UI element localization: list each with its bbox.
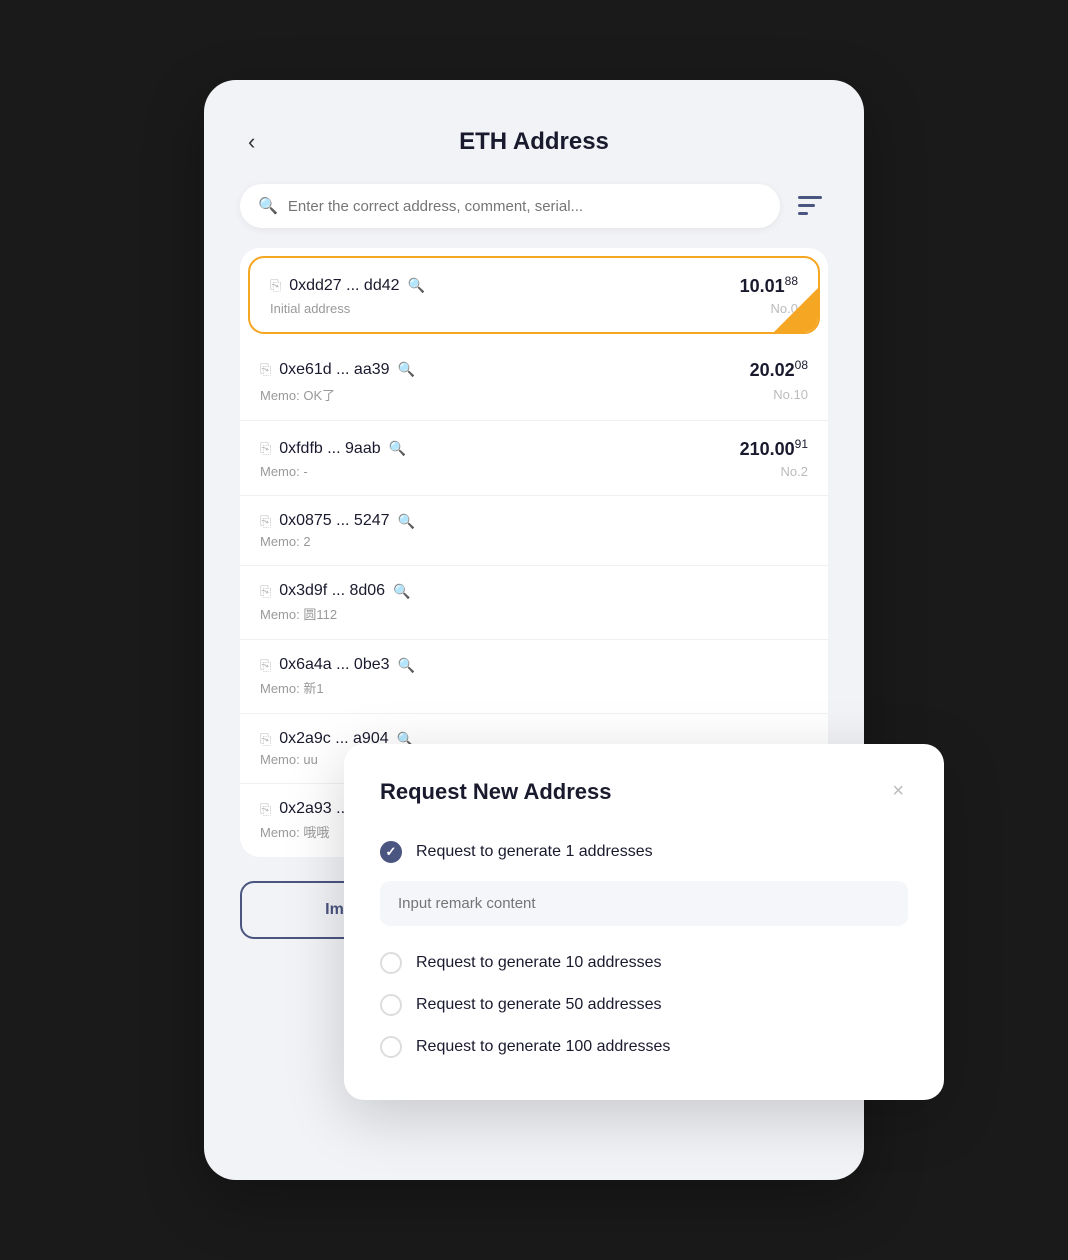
addr-top: ⎘ 0xdd27 ... dd42 🔍 10.0188 (270, 274, 798, 297)
addr-memo: Memo: 哦哦 (260, 822, 329, 841)
copy-icon[interactable]: ⎘ (260, 801, 271, 818)
app-container: ‹ ETH Address 🔍 ⎘ 0xdd27 ... dd42 🔍 10.0… (204, 80, 864, 1180)
copy-icon[interactable]: ⎘ (260, 657, 271, 674)
active-indicator (774, 288, 818, 332)
addr-top: ⎘ 0x0875 ... 5247 🔍 (260, 512, 808, 530)
search-addr-icon[interactable]: 🔍 (398, 361, 415, 378)
search-addr-icon[interactable]: 🔍 (398, 657, 415, 674)
addr-left: ⎘ 0xdd27 ... dd42 🔍 (270, 277, 425, 295)
radio-label: Request to generate 100 addresses (416, 1038, 670, 1056)
addr-number: No.2 (781, 464, 808, 479)
copy-icon[interactable]: ⎘ (260, 513, 271, 530)
addr-bottom: Memo: 2 (260, 534, 808, 549)
radio-circle (380, 841, 402, 863)
addr-memo: Memo: - (260, 464, 308, 479)
addr-left: ⎘ 0x3d9f ... 8d06 🔍 (260, 582, 411, 600)
filter-icon (798, 196, 822, 216)
addr-bottom: Initial address No.0 (270, 301, 798, 316)
search-addr-icon[interactable]: 🔍 (389, 440, 406, 457)
modal-close-button[interactable]: × (888, 776, 908, 807)
radio-item[interactable]: Request to generate 10 addresses (380, 942, 908, 984)
addr-left: ⎘ 0xfdfb ... 9aab 🔍 (260, 440, 406, 458)
addr-number: No.10 (773, 387, 808, 402)
radio-label: Request to generate 1 addresses (416, 843, 653, 861)
addr-left: ⎘ 0x0875 ... 5247 🔍 (260, 512, 415, 530)
address-item[interactable]: ⎘ 0x6a4a ... 0be3 🔍 Memo: 新1 (240, 640, 828, 714)
modal-options: Request to generate 1 addresses Request … (380, 831, 908, 1068)
modal-title: Request New Address (380, 779, 611, 805)
addr-bottom: Memo: 新1 (260, 678, 808, 697)
radio-label: Request to generate 10 addresses (416, 954, 662, 972)
addr-top: ⎘ 0x3d9f ... 8d06 🔍 (260, 582, 808, 600)
addr-top: ⎘ 0x6a4a ... 0be3 🔍 (260, 656, 808, 674)
addr-memo: Initial address (270, 301, 350, 316)
search-addr-icon[interactable]: 🔍 (398, 513, 415, 530)
back-button[interactable]: ‹ (240, 125, 263, 159)
copy-icon[interactable]: ⎘ (260, 583, 271, 600)
address-item[interactable]: ⎘ 0x0875 ... 5247 🔍 Memo: 2 (240, 496, 828, 566)
copy-icon[interactable]: ⎘ (260, 731, 271, 748)
addr-bottom: Memo: OK了 No.10 (260, 385, 808, 404)
search-icon: 🔍 (258, 196, 278, 216)
addr-memo: Memo: 新1 (260, 678, 324, 697)
radio-circle (380, 1036, 402, 1058)
addr-text: 0x6a4a ... 0be3 (279, 656, 389, 674)
addr-memo: Memo: 圆112 (260, 604, 337, 623)
addr-left: ⎘ 0xe61d ... aa39 🔍 (260, 361, 415, 379)
page-title: ETH Address (459, 128, 609, 156)
addr-top: ⎘ 0xfdfb ... 9aab 🔍 210.0091 (260, 437, 808, 460)
copy-icon[interactable]: ⎘ (260, 440, 271, 457)
remark-input[interactable] (380, 881, 908, 926)
addr-text: 0xfdfb ... 9aab (279, 440, 380, 458)
search-addr-icon[interactable]: 🔍 (393, 583, 410, 600)
radio-circle (380, 994, 402, 1016)
search-row: 🔍 (240, 184, 828, 228)
radio-circle (380, 952, 402, 974)
addr-bottom: Memo: 圆112 (260, 604, 808, 623)
radio-item[interactable]: Request to generate 50 addresses (380, 984, 908, 1026)
addr-text: 0xdd27 ... dd42 (289, 277, 399, 295)
addr-memo: Memo: uu (260, 752, 318, 767)
address-item[interactable]: ⎘ 0x3d9f ... 8d06 🔍 Memo: 圆112 (240, 566, 828, 640)
address-item[interactable]: ⎘ 0xe61d ... aa39 🔍 20.0208 Memo: OK了 No… (240, 342, 828, 421)
search-box: 🔍 (240, 184, 780, 228)
address-item[interactable]: ⎘ 0xfdfb ... 9aab 🔍 210.0091 Memo: - No.… (240, 421, 828, 496)
addr-bottom: Memo: - No.2 (260, 464, 808, 479)
radio-label: Request to generate 50 addresses (416, 996, 662, 1014)
addr-text: 0x3d9f ... 8d06 (279, 582, 385, 600)
filter-button[interactable] (792, 190, 828, 222)
radio-item[interactable]: Request to generate 100 addresses (380, 1026, 908, 1068)
search-input[interactable] (288, 198, 762, 215)
addr-text: 0xe61d ... aa39 (279, 361, 389, 379)
header: ‹ ETH Address (240, 128, 828, 156)
address-item[interactable]: ⎘ 0xdd27 ... dd42 🔍 10.0188 Initial addr… (248, 256, 820, 334)
addr-top: ⎘ 0xe61d ... aa39 🔍 20.0208 (260, 358, 808, 381)
radio-item[interactable]: Request to generate 1 addresses (380, 831, 908, 873)
addr-left: ⎘ 0x6a4a ... 0be3 🔍 (260, 656, 415, 674)
addr-memo: Memo: 2 (260, 534, 311, 549)
addr-amount: 20.0208 (750, 358, 808, 381)
request-new-address-modal: Request New Address × Request to generat… (344, 744, 944, 1100)
modal-header: Request New Address × (380, 776, 908, 807)
copy-icon[interactable]: ⎘ (270, 277, 281, 294)
search-addr-icon[interactable]: 🔍 (408, 277, 425, 294)
addr-text: 0x0875 ... 5247 (279, 512, 389, 530)
addr-amount: 210.0091 (740, 437, 808, 460)
addr-memo: Memo: OK了 (260, 385, 335, 404)
copy-icon[interactable]: ⎘ (260, 361, 271, 378)
